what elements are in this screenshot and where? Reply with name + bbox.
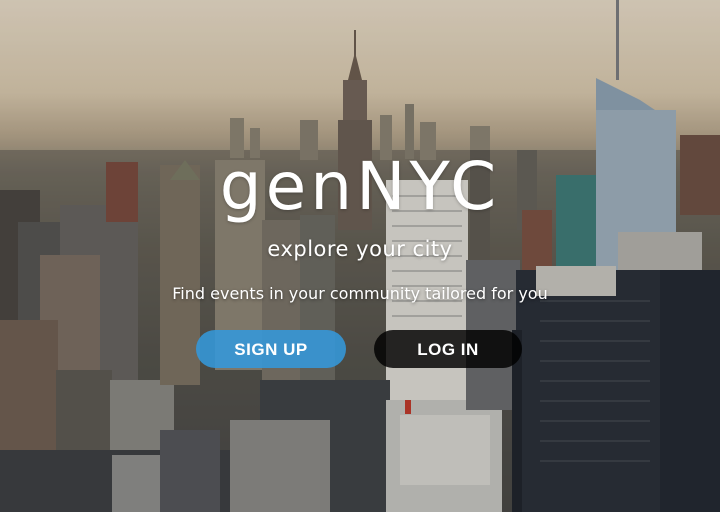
hero-content: genNYC explore your city Find events in … <box>0 0 720 512</box>
log-in-button[interactable]: LOG IN <box>374 330 522 368</box>
hero-tagline: explore your city <box>267 237 453 261</box>
hero-section: genNYC explore your city Find events in … <box>0 0 720 512</box>
sign-up-button[interactable]: SIGN UP <box>196 330 346 368</box>
hero-subtitle: Find events in your community tailored f… <box>172 284 548 303</box>
app-logo: genNYC <box>219 148 501 225</box>
